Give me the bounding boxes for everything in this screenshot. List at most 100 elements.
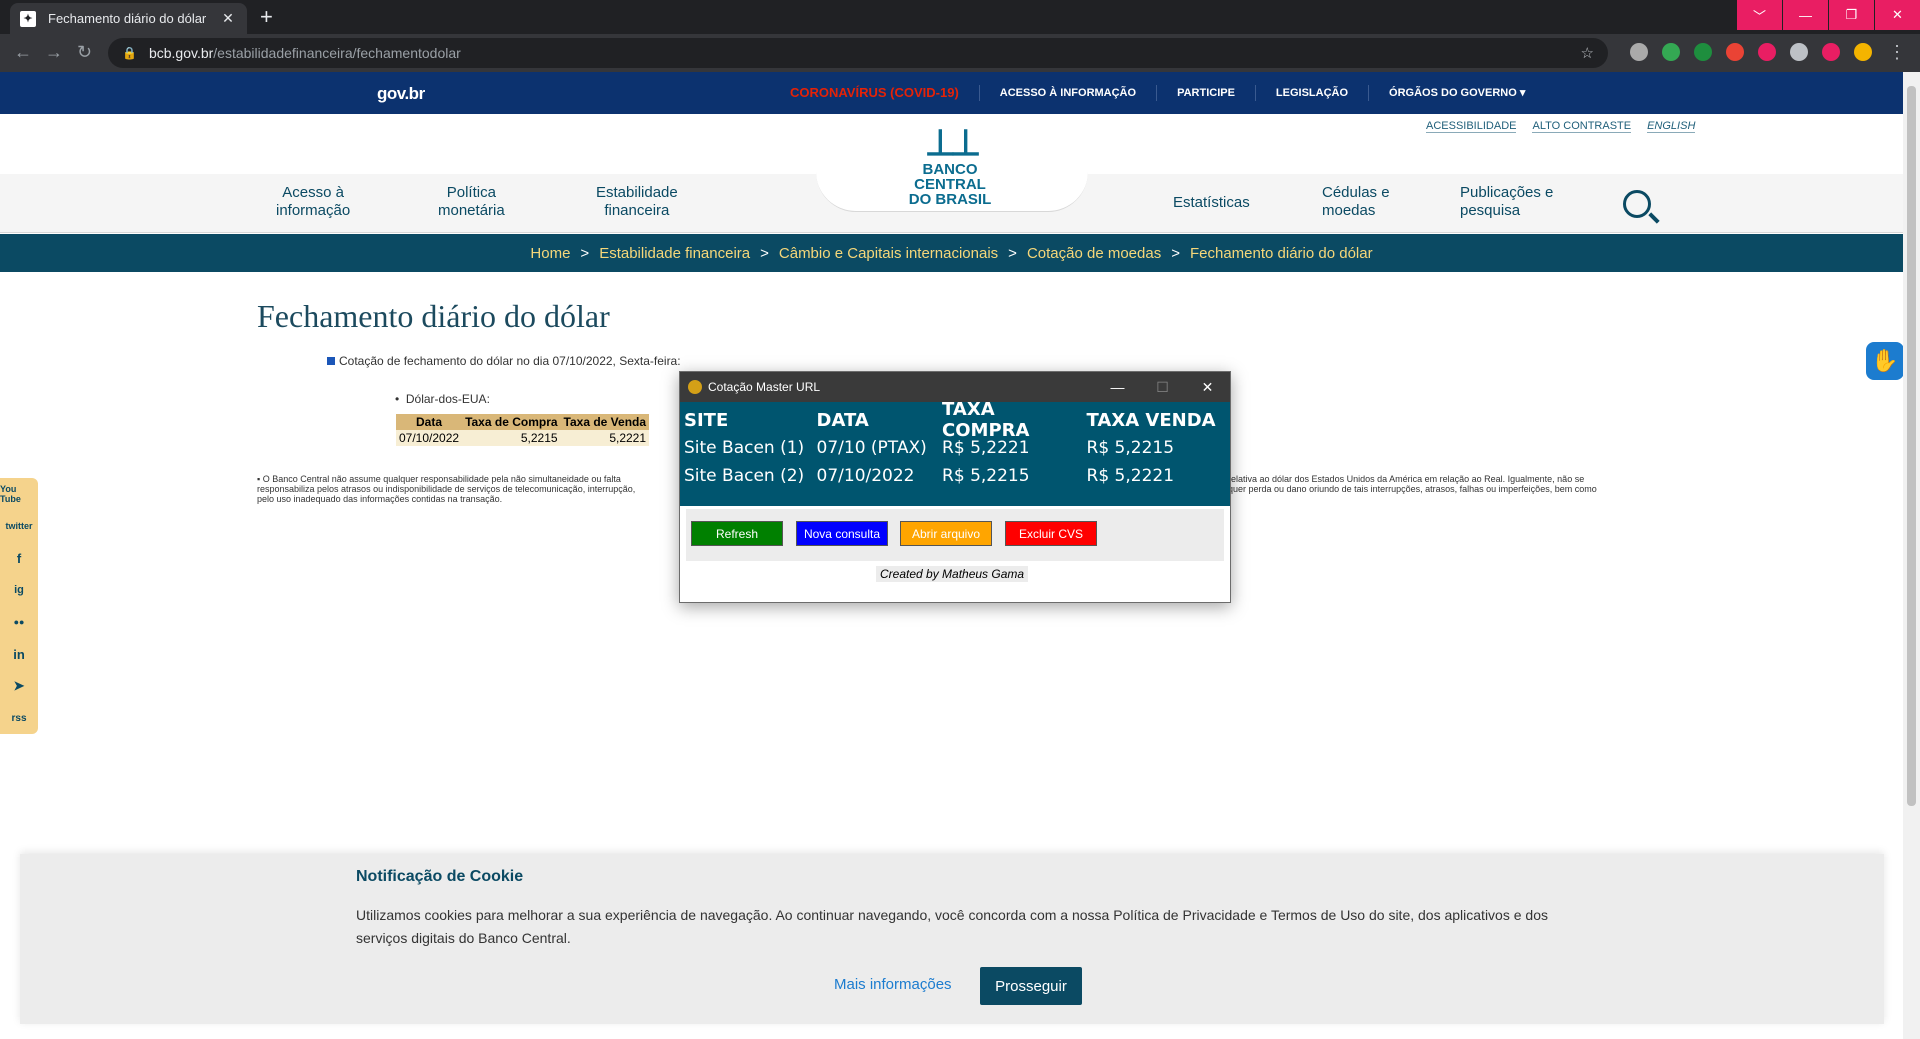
abrir-arquivo-button[interactable]: Abrir arquivo [900, 521, 992, 546]
menu-cedulas[interactable]: Cédulas e moedas [1322, 184, 1390, 220]
instagram-icon[interactable]: ig [0, 574, 38, 606]
accept-button[interactable]: Prosseguir [980, 967, 1082, 1005]
youtube-icon[interactable]: You Tube [0, 478, 38, 510]
cell-sell: 5,2221 [560, 430, 650, 446]
rss-icon[interactable]: rss [0, 702, 38, 734]
grid-cell-buy: R$ 5,2221 [942, 438, 1030, 458]
side-panel-icon[interactable] [1822, 43, 1840, 61]
bookmark-star-icon[interactable]: ☆ [1581, 44, 1594, 62]
menu-line: moedas [1322, 202, 1376, 219]
menu-line: Acesso à [282, 184, 344, 201]
close-window-icon[interactable]: ✕ [1875, 0, 1920, 30]
puzzle-extension-icon[interactable] [1758, 43, 1776, 61]
col-header: Data [396, 414, 463, 430]
col-header: Taxa de Venda [560, 414, 650, 430]
lock-icon[interactable]: 🔒 [122, 46, 137, 60]
window-controls: ﹀ — ❐ ✕ [1736, 0, 1920, 30]
facebook-icon[interactable]: f [0, 542, 38, 574]
scrollbar-thumb[interactable] [1907, 86, 1916, 806]
cotacao-line: Cotação de fechamento do dólar no dia 07… [327, 354, 681, 368]
menu-politica[interactable]: Política monetária [438, 184, 505, 220]
cookie-banner: Notificação de Cookie Utilizamos cookies… [20, 854, 1884, 1024]
table-row: Site Bacen (2) 07/10/2022 R$ 5,2215 R$ 5… [684, 462, 1226, 490]
breadcrumb-cambio[interactable]: Câmbio e Capitais internacionais [779, 245, 998, 262]
extension-icon[interactable] [1694, 43, 1712, 61]
high-contrast-link[interactable]: ALTO CONTRASTE [1532, 120, 1632, 133]
breadcrumb-home[interactable]: Home [530, 245, 570, 262]
twitter-icon[interactable]: twitter [0, 510, 38, 542]
quotes-grid: SITE DATA TAXA COMPRA TAXA VENDA Site Ba… [680, 399, 1230, 506]
table-header-row: Data Taxa de Compra Taxa de Venda [396, 414, 650, 430]
app-minimize-icon[interactable]: — [1095, 379, 1140, 395]
new-tab-icon[interactable]: + [260, 6, 273, 28]
nova-consulta-button[interactable]: Nova consulta [796, 521, 888, 546]
disclaimer-text: O Banco Central não assume qualquer resp… [262, 474, 621, 484]
minimize-icon[interactable]: — [1783, 0, 1828, 30]
browser-menu-icon[interactable]: ⋮ [1888, 42, 1906, 63]
grid-header: TAXA VENDA [1086, 409, 1216, 431]
linkedin-icon[interactable]: in [0, 638, 38, 670]
more-info-link[interactable]: Mais informações [834, 976, 952, 993]
button-area: Refresh Nova consulta Abrir arquivo Excl… [686, 509, 1224, 561]
forward-icon[interactable]: → [45, 43, 63, 61]
tab-search-icon[interactable]: ﹀ [1737, 0, 1782, 30]
telegram-icon[interactable]: ➤ [0, 670, 38, 702]
app-titlebar[interactable]: Cotação Master URL — ☐ ✕ [680, 372, 1230, 402]
menu-estatisticas[interactable]: Estatísticas [1173, 194, 1250, 212]
reading-list-icon[interactable] [1790, 43, 1808, 61]
profile-avatar-icon[interactable] [1854, 43, 1872, 61]
menu-line: Publicações e [1460, 184, 1554, 201]
menu-publicacoes[interactable]: Publicações e pesquisa [1460, 184, 1553, 220]
grid-cell-date: 07/10/2022 [816, 466, 915, 486]
vlibras-hands-icon[interactable]: ✋ [1866, 342, 1904, 380]
breadcrumb-separator: > [1171, 244, 1180, 262]
excluir-cvs-button[interactable]: Excluir CVS [1005, 521, 1097, 546]
grid-header: DATA [816, 409, 869, 431]
search-icon[interactable] [1623, 190, 1651, 218]
breadcrumb-cotacao[interactable]: Cotação de moedas [1027, 245, 1161, 262]
grid-header-row: SITE DATA TAXA COMPRA TAXA VENDA [684, 399, 1226, 441]
disclaimer-line: relativa ao dólar dos Estados Unidos da … [1228, 474, 1585, 484]
govbr-logo[interactable]: gov.br [377, 84, 425, 104]
gov-link-participe[interactable]: PARTICIPE [1156, 85, 1255, 101]
gov-link-covid[interactable]: CORONAVÍRUS (COVID-19) [770, 85, 979, 101]
utility-links: ACESSIBILIDADE ALTO CONTRASTE ENGLISH [1410, 120, 1696, 133]
gov-link-acesso[interactable]: ACESSO À INFORMAÇÃO [978, 85, 1156, 101]
app-maximize-icon[interactable]: ☐ [1140, 379, 1185, 396]
restore-icon[interactable]: ❐ [1829, 0, 1874, 30]
gov-link-legislacao[interactable]: LEGISLAÇÃO [1254, 85, 1368, 101]
address-bar[interactable]: 🔒 bcb.gov.br/estabilidadefinanceira/fech… [108, 38, 1608, 68]
extension-icon[interactable] [1726, 43, 1744, 61]
extension-icon[interactable] [1662, 43, 1680, 61]
app-close-icon[interactable]: ✕ [1185, 379, 1230, 396]
reload-icon[interactable]: ↻ [77, 43, 92, 61]
grid-cell-site: Site Bacen (1) [684, 438, 805, 458]
bcb-logo[interactable]: ⊥⊥ BANCO CENTRAL DO BRASIL [890, 124, 1010, 208]
flickr-icon[interactable]: ●● [0, 606, 38, 638]
back-icon[interactable]: ← [14, 43, 32, 61]
cell-date: 07/10/2022 [396, 430, 463, 446]
menu-acesso[interactable]: Acesso à informação [276, 184, 350, 220]
breadcrumb-estabilidade[interactable]: Estabilidade financeira [599, 245, 750, 262]
accessibility-link[interactable]: ACESSIBILIDADE [1426, 120, 1517, 133]
logo-name-2: DO BRASIL [908, 191, 992, 208]
refresh-button[interactable]: Refresh [691, 521, 783, 546]
browser-tab[interactable]: ✦ Fechamento diário do dólar ✕ [10, 3, 247, 34]
extension-icon[interactable] [1630, 43, 1648, 61]
disclaimer-line: quer perda ou dano oriundo de tais inter… [1228, 484, 1597, 494]
grid-cell-buy: R$ 5,2215 [942, 466, 1030, 486]
url-host: bcb.gov.br [148, 45, 214, 61]
logo-name-1: BANCO CENTRAL [914, 161, 986, 193]
col-header: Taxa de Compra [462, 414, 561, 430]
breadcrumb-separator: > [760, 244, 769, 262]
english-link[interactable]: ENGLISH [1647, 120, 1696, 133]
menu-estabilidade[interactable]: Estabilidade financeira [596, 184, 678, 220]
tab-close-icon[interactable]: ✕ [219, 10, 237, 27]
gov-link-orgaos[interactable]: ÓRGÃOS DO GOVERNO ▾ [1368, 85, 1545, 101]
gov-bar: gov.br CORONAVÍRUS (COVID-19) ACESSO À I… [0, 72, 1903, 114]
site-header: ACESSIBILIDADE ALTO CONTRASTE ENGLISH ⊥⊥… [0, 114, 1903, 234]
cotacao-master-window: Cotação Master URL — ☐ ✕ SITE DATA TAXA … [679, 371, 1231, 603]
app-coin-icon [688, 380, 702, 394]
cotacao-text: Cotação de fechamento do dólar no dia 07… [339, 354, 681, 368]
page-scrollbar[interactable] [1903, 72, 1920, 1039]
